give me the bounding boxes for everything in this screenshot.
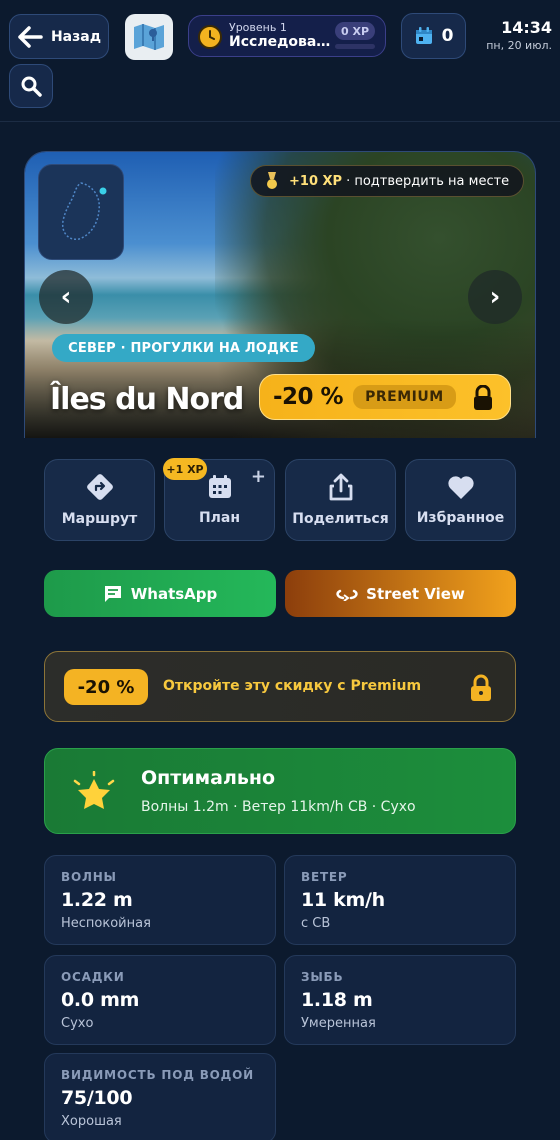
favorite-button[interactable]: Избранное	[405, 459, 516, 541]
plan-label: План	[198, 510, 241, 526]
calendar-count: 0	[441, 26, 454, 46]
search-button[interactable]	[9, 64, 53, 108]
prev-photo-button[interactable]: ‹	[39, 270, 93, 324]
level-progress[interactable]: Уровень 1 Исследова... 0 XP	[188, 15, 386, 57]
confirm-xp-badge[interactable]: +10 XP · подтвердить на месте	[250, 165, 524, 197]
discount-value: -20 %	[273, 384, 344, 410]
medal-icon	[267, 172, 277, 189]
stat-sub: Хорошая	[61, 1114, 122, 1129]
place-hero-photo: +10 XP · подтвердить на месте ‹ › СЕВЕР …	[24, 151, 536, 438]
place-title: Îles du Nord	[50, 382, 244, 417]
xp-progress-bar	[335, 44, 375, 49]
clock-icon	[198, 25, 222, 49]
lock-icon	[471, 674, 491, 701]
conditions-summary: Волны 1.2m · Ветер 11km/h СВ · Сухо	[141, 799, 416, 815]
street-view-label: Street View	[366, 584, 465, 603]
chat-icon	[104, 585, 121, 602]
stat-value: 1.22 m	[61, 889, 133, 911]
route-button[interactable]: Маршрут	[44, 459, 155, 541]
stat-label: ВИДИМОСТЬ ПОД ВОДОЙ	[61, 1068, 254, 1082]
map-app-button[interactable]	[125, 14, 173, 60]
xp-badge-value: +10 XP	[289, 173, 343, 189]
premium-discount-button[interactable]: -20 % PREMIUM	[259, 374, 511, 420]
plan-button[interactable]: +1 XP + План	[163, 458, 275, 541]
promo-discount: -20 %	[64, 669, 148, 705]
next-photo-button[interactable]: ›	[468, 270, 522, 324]
chevron-right-icon: ›	[489, 282, 501, 312]
back-button[interactable]: Назад	[9, 14, 109, 59]
map-icon	[134, 24, 164, 50]
stat-value: 11 km/h	[301, 889, 385, 911]
level-subtitle: Уровень 1	[229, 21, 287, 34]
island-minimap[interactable]	[38, 164, 124, 260]
stat-sub: Умеренная	[301, 1016, 376, 1031]
calendar-button[interactable]: 0	[401, 13, 466, 59]
conditions-title: Оптимально	[141, 767, 276, 789]
clock-time: 14:34	[501, 18, 552, 37]
route-icon	[86, 474, 113, 500]
stat-value: 75/100	[61, 1087, 133, 1109]
arrow-left-icon	[18, 25, 43, 48]
street-view-button[interactable]: Street View	[285, 570, 516, 617]
stat-value: 0.0 mm	[61, 989, 140, 1011]
conditions-card: Оптимально Волны 1.2m · Ветер 11km/h СВ …	[44, 748, 516, 834]
share-icon	[329, 473, 352, 501]
stat-label: ВОЛНЫ	[61, 870, 117, 884]
stat-sub: с СВ	[301, 916, 331, 931]
action-buttons: Маршрут +1 XP + План Поделиться Избранно…	[44, 458, 516, 541]
stat-value: 1.18 m	[301, 989, 373, 1011]
clock-date: пн, 20 июл.	[486, 39, 552, 52]
plan-xp-badge: +1 XP	[163, 458, 207, 480]
search-icon	[21, 76, 42, 97]
heart-icon	[447, 476, 474, 499]
calendar-icon	[415, 27, 432, 44]
category-tag: СЕВЕР · ПРОГУЛКИ НА ЛОДКЕ	[52, 334, 315, 362]
plus-icon: +	[250, 466, 266, 487]
level-title: Исследова...	[229, 34, 331, 50]
stat-card-wind: ВЕТЕР 11 km/h с СВ	[284, 855, 516, 945]
stat-sub: Неспокойная	[61, 916, 151, 931]
share-label: Поделиться	[292, 511, 389, 527]
premium-promo-banner[interactable]: -20 % Откройте эту скидку с Premium	[44, 651, 516, 722]
chevron-left-icon: ‹	[60, 282, 72, 312]
route-label: Маршрут	[61, 511, 138, 527]
stat-label: ВЕТЕР	[301, 870, 348, 884]
clock: 14:34 пн, 20 июл.	[486, 18, 552, 52]
top-bar: Назад Уровень 1 Исследова... 0 XP 0 14:3…	[0, 0, 560, 122]
star-icon	[73, 771, 115, 809]
stat-card-precipitation: ОСАДКИ 0.0 mm Сухо	[44, 955, 276, 1045]
stat-label: ОСАДКИ	[61, 970, 125, 984]
share-button[interactable]: Поделиться	[285, 459, 396, 541]
xp-pill: 0 XP	[335, 22, 375, 40]
stat-card-swell: ЗЫБЬ 1.18 m Умеренная	[284, 955, 516, 1045]
premium-label: PREMIUM	[353, 385, 456, 409]
street-view-icon	[336, 589, 358, 601]
promo-text: Откройте эту скидку с Premium	[163, 678, 422, 694]
whatsapp-label: WhatsApp	[130, 584, 218, 603]
island-outline-icon	[61, 182, 107, 241]
favorite-label: Избранное	[416, 510, 505, 526]
stat-label: ЗЫБЬ	[301, 970, 344, 984]
whatsapp-button[interactable]: WhatsApp	[44, 570, 276, 617]
stat-sub: Сухо	[61, 1016, 94, 1031]
lock-icon	[474, 385, 492, 410]
calendar-icon	[208, 475, 231, 498]
stat-card-waves: ВОЛНЫ 1.22 m Неспокойная	[44, 855, 276, 945]
stat-card-visibility: ВИДИМОСТЬ ПОД ВОДОЙ 75/100 Хорошая	[44, 1053, 276, 1140]
xp-badge-text: · подтвердить на месте	[346, 173, 510, 189]
back-label: Назад	[50, 28, 102, 45]
